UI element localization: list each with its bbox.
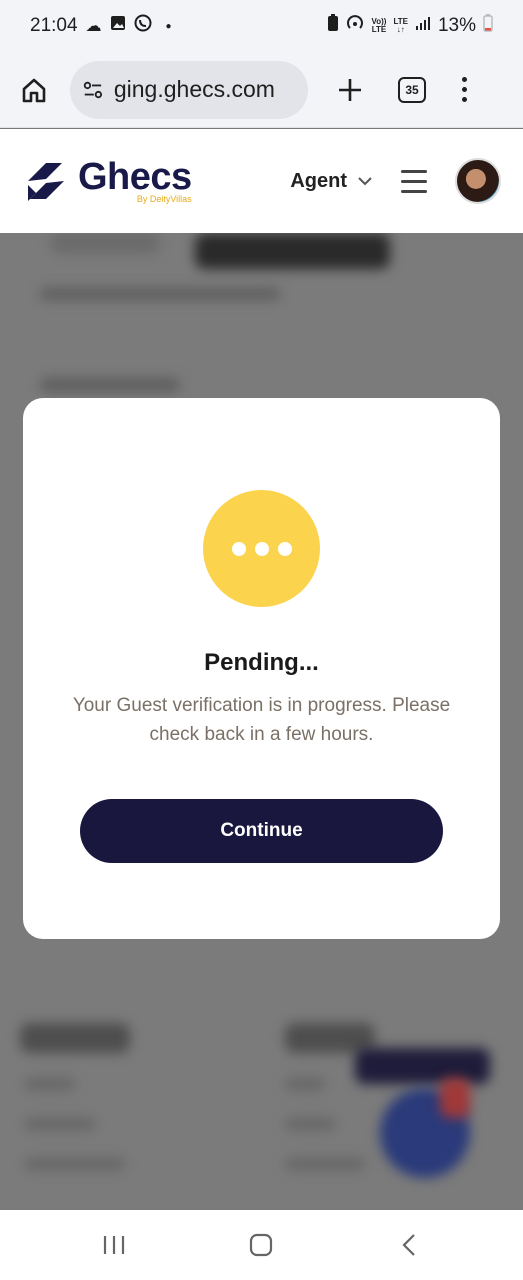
gallery-icon [110, 15, 126, 37]
avatar[interactable] [455, 158, 501, 204]
home-nav-icon [250, 1233, 273, 1257]
new-tab-button[interactable] [330, 70, 370, 110]
site-settings-icon[interactable] [82, 78, 104, 102]
signal-icon [415, 15, 431, 37]
back-chevron-icon [402, 1234, 415, 1256]
recent-apps-icon [103, 1236, 124, 1254]
volte-icon: Vo)) LTE [371, 17, 387, 34]
notification-dot-icon: ● [165, 20, 172, 32]
blurred-element [25, 1078, 75, 1090]
logo[interactable]: Ghecs By DeityVillas [22, 157, 192, 205]
cloud-icon: ☁ [85, 18, 102, 35]
address-bar[interactable]: ging.ghecs.com [70, 60, 308, 119]
whatsapp-icon [134, 14, 152, 38]
blurred-element [50, 233, 160, 253]
menu-line-icon [401, 189, 427, 193]
menu-line-icon [401, 169, 427, 173]
blurred-element [25, 1158, 125, 1170]
blurred-element [195, 233, 390, 269]
menu-dot-icon [462, 97, 467, 102]
site-header: Ghecs By DeityVillas Agent [0, 129, 523, 233]
menu-dot-icon [462, 87, 467, 92]
role-label: Agent [290, 169, 347, 192]
blurred-element [440, 1078, 470, 1118]
battery-saver-icon [327, 14, 339, 38]
pending-modal: Pending... Your Guest verification is in… [23, 398, 500, 939]
back-button[interactable] [379, 1220, 439, 1270]
home-icon [22, 78, 46, 102]
tab-switcher-button[interactable]: 35 [398, 76, 426, 103]
blurred-element [285, 1158, 365, 1170]
chevron-down-icon [358, 177, 372, 186]
lte-icon: LTE ↓↑ [393, 17, 408, 34]
blurred-element [25, 1118, 95, 1130]
status-bar: 21:04 ☁ ● Vo)) LTE LTE ↓↑ 13% [0, 0, 523, 52]
blurred-element [40, 288, 280, 300]
battery-icon [483, 14, 493, 38]
system-nav-bar [0, 1210, 523, 1280]
blurred-element [20, 1023, 130, 1053]
pending-ellipsis-icon [203, 490, 320, 607]
logo-text: Ghecs [78, 156, 192, 198]
dot-icon [277, 541, 292, 556]
dot-icon [254, 541, 269, 556]
dot-icon [231, 541, 246, 556]
home-nav-button[interactable] [231, 1220, 291, 1270]
battery-percent: 13% [437, 15, 476, 36]
hamburger-menu-button[interactable] [401, 169, 427, 193]
blurred-element [285, 1118, 335, 1130]
blurred-element [285, 1078, 325, 1090]
role-dropdown[interactable]: Agent [290, 170, 373, 193]
ghecs-logo-icon [28, 163, 64, 201]
blurred-element [40, 378, 180, 392]
browser-menu-button[interactable] [462, 77, 467, 102]
hotspot-icon [346, 14, 364, 38]
modal-message: Your Guest verification is in progress. … [72, 695, 451, 745]
menu-line-icon [401, 179, 427, 183]
continue-button[interactable]: Continue [80, 799, 443, 863]
browser-toolbar: ging.ghecs.com 35 [0, 52, 523, 128]
modal-title: Pending... [204, 649, 319, 676]
menu-dot-icon [462, 77, 467, 82]
status-time: 21:04 [30, 15, 78, 36]
logo-subtitle: By DeityVillas [136, 194, 192, 204]
plus-icon [339, 78, 361, 101]
recent-apps-button[interactable] [84, 1220, 144, 1270]
home-button[interactable] [14, 70, 54, 110]
url-text[interactable]: ging.ghecs.com [114, 76, 296, 103]
blurred-element [355, 1048, 490, 1084]
